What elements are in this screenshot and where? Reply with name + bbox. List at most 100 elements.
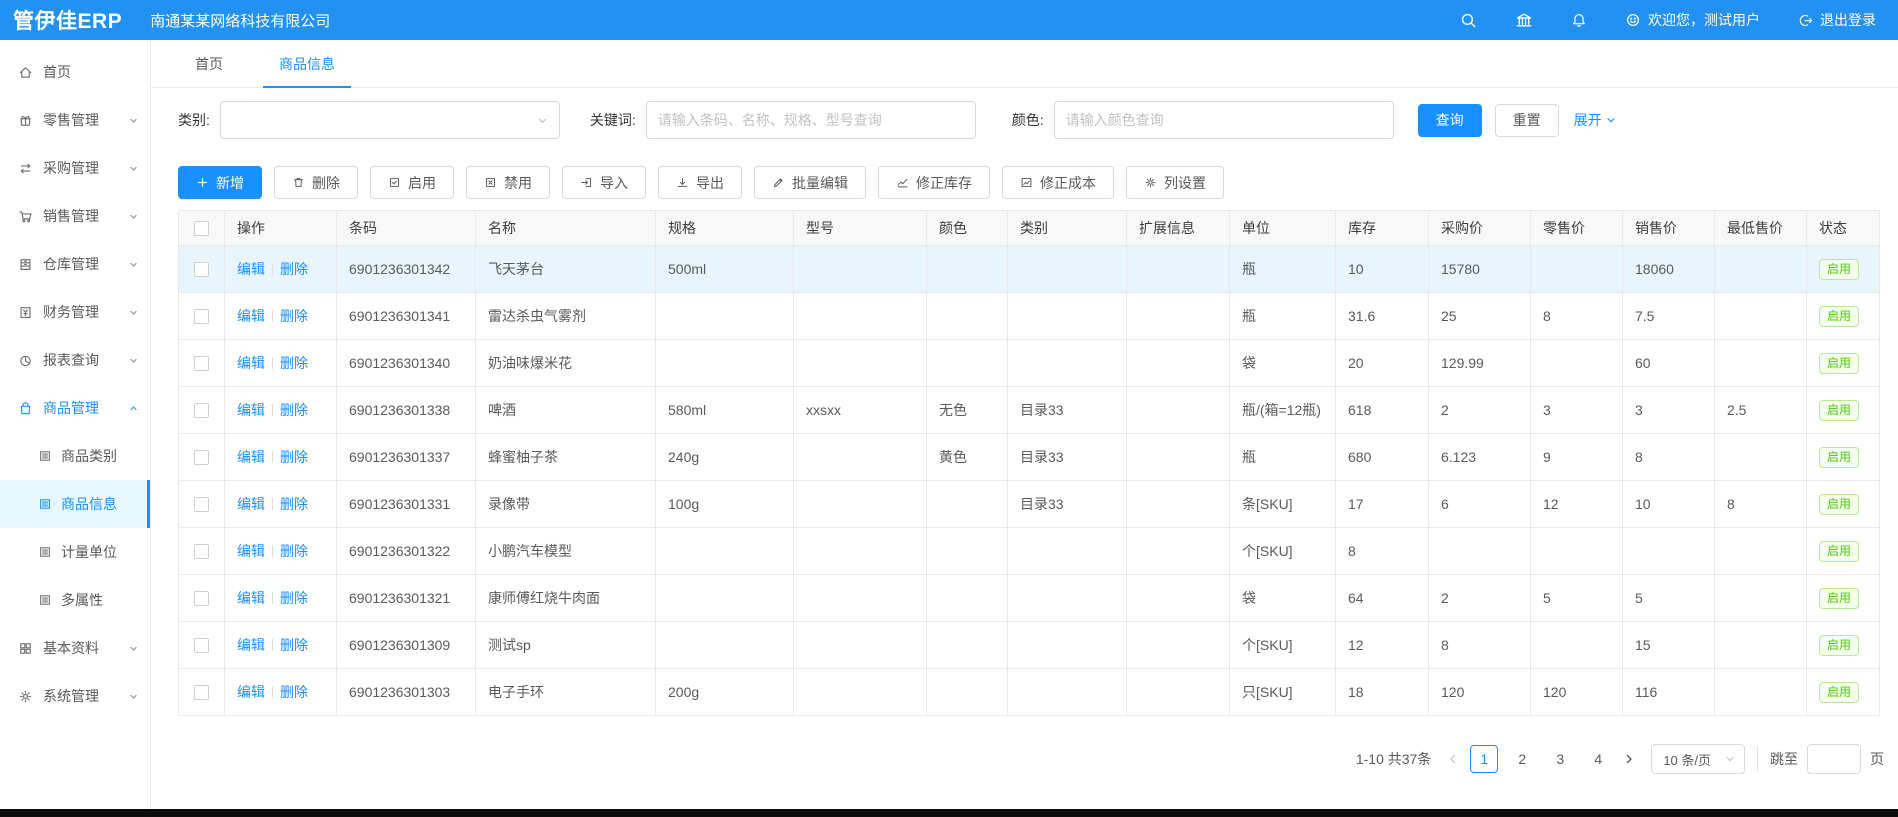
keyword-input[interactable] (646, 101, 976, 139)
jump-input[interactable] (1807, 744, 1861, 774)
welcome-user[interactable]: 欢迎您，测试用户 (1625, 10, 1760, 30)
page-button-2[interactable]: 2 (1508, 745, 1536, 773)
page-button-3[interactable]: 3 (1546, 745, 1574, 773)
row-checkbox[interactable] (194, 497, 209, 512)
row-checkbox[interactable] (194, 309, 209, 324)
row-checkbox[interactable] (194, 262, 209, 277)
fix-cost-button[interactable]: 修正成本 (1002, 166, 1114, 199)
sidebar-subitem-measure-unit[interactable]: 计量单位 (0, 528, 150, 576)
column-header: 规格 (656, 211, 794, 246)
chevron-down-icon (129, 116, 138, 125)
sidebar-item-retail[interactable]: 零售管理 (0, 96, 150, 144)
cell-ext (1127, 340, 1230, 387)
cell-sale-price: 5 (1623, 575, 1715, 622)
sidebar-item-goods[interactable]: 商品管理 (0, 384, 150, 432)
delete-link[interactable]: 删除 (280, 308, 308, 324)
bank-icon[interactable] (1515, 11, 1533, 29)
delete-link[interactable]: 删除 (280, 449, 308, 465)
page-button-4[interactable]: 4 (1584, 745, 1612, 773)
delete-link[interactable]: 删除 (280, 637, 308, 653)
enable-button[interactable]: 启用 (370, 166, 454, 199)
delete-link[interactable]: 删除 (280, 355, 308, 371)
status-badge: 启用 (1819, 447, 1859, 468)
sidebar-subitem-multi-attribute[interactable]: 多属性 (0, 576, 150, 624)
row-checkbox[interactable] (194, 591, 209, 606)
edit-link[interactable]: 编辑 (237, 590, 265, 606)
sidebar-item-warehouse[interactable]: 仓库管理 (0, 240, 150, 288)
sidebar-item-sales[interactable]: 销售管理 (0, 192, 150, 240)
sidebar-subitem-goods-info[interactable]: 商品信息 (0, 480, 150, 528)
cell-min-price (1715, 622, 1807, 669)
action-separator (272, 451, 273, 463)
edit-link[interactable]: 编辑 (237, 402, 265, 418)
sidebar-item-label: 系统管理 (43, 686, 99, 706)
sidebar-item-reports[interactable]: 报表查询 (0, 336, 150, 384)
sidebar-item-basic-data[interactable]: 基本资料 (0, 624, 150, 672)
cell-sale-price: 15 (1623, 622, 1715, 669)
trash-icon (292, 176, 305, 189)
column-settings-button[interactable]: 列设置 (1126, 166, 1224, 199)
import-button[interactable]: 导入 (562, 166, 646, 199)
row-checkbox[interactable] (194, 403, 209, 418)
export-button[interactable]: 导出 (658, 166, 742, 199)
cell-name: 飞天茅台 (476, 246, 656, 293)
select-all-checkbox[interactable] (194, 221, 209, 236)
row-checkbox[interactable] (194, 356, 209, 371)
category-select[interactable] (220, 101, 560, 139)
sidebar-item-purchase[interactable]: 采购管理 (0, 144, 150, 192)
prev-page-button[interactable] (1441, 745, 1465, 773)
page-button-1[interactable]: 1 (1470, 745, 1498, 773)
delete-button[interactable]: 删除 (274, 166, 358, 199)
edit-link[interactable]: 编辑 (237, 449, 265, 465)
cell-model (794, 434, 927, 481)
column-header: 状态 (1807, 211, 1880, 246)
trend-line-icon (896, 176, 909, 189)
cell-purchase-price: 2 (1429, 387, 1531, 434)
search-icon[interactable] (1460, 12, 1477, 29)
color-input[interactable] (1054, 101, 1394, 139)
status-badge: 启用 (1819, 588, 1859, 609)
status-badge: 启用 (1819, 541, 1859, 562)
x-square-icon (484, 176, 497, 189)
cell-unit: 袋 (1230, 575, 1336, 622)
logout-button[interactable]: 退出登录 (1798, 10, 1876, 30)
edit-link[interactable]: 编辑 (237, 308, 265, 324)
row-checkbox[interactable] (194, 685, 209, 700)
delete-link[interactable]: 删除 (280, 590, 308, 606)
edit-link[interactable]: 编辑 (237, 261, 265, 277)
delete-link[interactable]: 删除 (280, 402, 308, 418)
delete-link[interactable]: 删除 (280, 261, 308, 277)
expand-link[interactable]: 展开 (1574, 110, 1616, 130)
delete-link[interactable]: 删除 (280, 543, 308, 559)
edit-link[interactable]: 编辑 (237, 355, 265, 371)
cell-unit: 瓶 (1230, 246, 1336, 293)
table-row: 编辑删除 6901236301337 蜂蜜柚子茶 240g 黄色 目录33 瓶 … (179, 434, 1880, 481)
reset-button[interactable]: 重置 (1495, 104, 1559, 137)
delete-link[interactable]: 删除 (280, 496, 308, 512)
edit-link[interactable]: 编辑 (237, 496, 265, 512)
batch-edit-button[interactable]: 批量编辑 (754, 166, 866, 199)
disable-button[interactable]: 禁用 (466, 166, 550, 199)
sidebar-item-label: 采购管理 (43, 158, 99, 178)
sidebar-item-home[interactable]: 首页 (0, 48, 150, 96)
page-size-select[interactable]: 10 条/页 (1651, 744, 1745, 774)
row-checkbox[interactable] (194, 638, 209, 653)
tab-home[interactable]: 首页 (179, 40, 239, 87)
sidebar-subitem-goods-category[interactable]: 商品类别 (0, 432, 150, 480)
edit-link[interactable]: 编辑 (237, 684, 265, 700)
fix-stock-button[interactable]: 修正库存 (878, 166, 990, 199)
edit-link[interactable]: 编辑 (237, 637, 265, 653)
bell-icon[interactable] (1571, 12, 1587, 28)
search-button[interactable]: 查询 (1418, 104, 1482, 137)
edit-link[interactable]: 编辑 (237, 543, 265, 559)
sidebar-item-finance[interactable]: 财务管理 (0, 288, 150, 336)
page-size-value: 10 条/页 (1663, 750, 1711, 769)
sidebar-item-system[interactable]: 系统管理 (0, 672, 150, 720)
add-button[interactable]: 新增 (178, 166, 262, 199)
next-page-button[interactable] (1617, 745, 1641, 773)
delete-link[interactable]: 删除 (280, 684, 308, 700)
cell-sale-price: 116 (1623, 669, 1715, 716)
row-checkbox[interactable] (194, 450, 209, 465)
row-checkbox[interactable] (194, 544, 209, 559)
tab-goods-info[interactable]: 商品信息 (263, 40, 351, 87)
